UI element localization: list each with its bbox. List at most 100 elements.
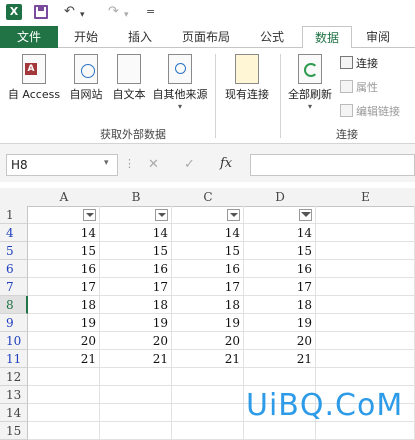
table-cell[interactable]: 19 [28,314,100,332]
filter-dropdown-icon[interactable] [227,209,240,221]
table-cell[interactable] [316,260,415,278]
column-header-e[interactable]: E [316,188,415,207]
table-cell[interactable]: 17 [100,278,172,296]
tab-formulas[interactable]: 公式 [250,26,294,48]
table-cell[interactable]: 14 [28,224,100,242]
table-cell[interactable] [316,242,415,260]
table-cell[interactable]: 20 [172,332,244,350]
row-header[interactable]: 11 [0,350,28,368]
table-cell[interactable] [172,404,244,422]
row-header[interactable]: 15 [0,422,28,440]
table-cell[interactable]: 21 [100,350,172,368]
table-cell[interactable] [28,206,100,224]
tab-insert[interactable]: 插入 [118,26,162,48]
table-cell[interactable]: 21 [244,350,316,368]
edit-links-item[interactable]: 编辑链接 [340,104,400,119]
table-cell[interactable]: 21 [172,350,244,368]
table-cell[interactable] [244,206,316,224]
from-web-button[interactable]: 自网站 [64,54,108,102]
row-header[interactable]: 1 [0,206,28,224]
undo-icon[interactable]: ↶ [64,4,75,20]
table-cell[interactable]: 18 [244,296,316,314]
undo-dropdown-icon[interactable]: ▾ [80,7,85,23]
table-cell[interactable]: 16 [28,260,100,278]
from-access-button[interactable]: A 自 Access [6,54,62,102]
redo-icon[interactable]: ↷ [108,4,119,20]
table-cell[interactable]: 14 [244,224,316,242]
enter-icon[interactable]: ✓ [184,157,195,172]
table-cell[interactable]: 19 [244,314,316,332]
table-cell[interactable]: 15 [244,242,316,260]
column-header-b[interactable]: B [100,188,173,207]
tab-review[interactable]: 审阅 [356,26,400,48]
row-header[interactable]: 10 [0,332,28,350]
table-cell[interactable] [316,368,415,386]
table-cell[interactable] [172,368,244,386]
table-cell[interactable] [28,386,100,404]
table-cell[interactable]: 20 [244,332,316,350]
row-header[interactable]: 9 [0,314,28,332]
row-header[interactable]: 12 [0,368,28,386]
existing-connections-button[interactable]: 现有连接 [220,54,274,102]
table-cell[interactable] [172,386,244,404]
row-header[interactable]: 6 [0,260,28,278]
filter-dropdown-icon[interactable] [155,209,168,221]
row-header[interactable]: 14 [0,404,28,422]
table-cell[interactable] [100,206,172,224]
from-other-sources-button[interactable]: 自其他来源 ▾ [150,54,210,111]
table-cell[interactable]: 15 [172,242,244,260]
table-cell[interactable]: 16 [100,260,172,278]
tab-page-layout[interactable]: 页面布局 [172,26,240,48]
table-cell[interactable] [172,422,244,440]
table-cell[interactable]: 17 [172,278,244,296]
table-cell[interactable]: 16 [172,260,244,278]
table-cell[interactable]: 18 [100,296,172,314]
tab-home[interactable]: 开始 [64,26,108,48]
table-cell[interactable] [316,332,415,350]
table-cell[interactable] [316,296,415,314]
table-cell[interactable] [100,368,172,386]
table-cell[interactable]: 17 [244,278,316,296]
filter-dropdown-icon[interactable] [83,209,96,221]
table-cell[interactable]: 18 [172,296,244,314]
refresh-all-button[interactable]: 全部刷新 ▾ [284,54,336,111]
table-cell[interactable] [244,368,316,386]
table-cell[interactable] [100,422,172,440]
table-cell[interactable] [316,206,415,224]
row-header[interactable]: 7 [0,278,28,296]
row-header[interactable]: 8 [0,296,28,314]
customize-quick-access-icon[interactable]: = [146,4,155,20]
table-cell[interactable]: 18 [28,296,100,314]
table-cell[interactable] [316,224,415,242]
table-cell[interactable] [316,278,415,296]
column-header-a[interactable]: A [28,188,101,207]
table-cell[interactable]: 16 [244,260,316,278]
table-cell[interactable]: 15 [100,242,172,260]
connections-item[interactable]: 连接 [340,56,378,71]
table-cell[interactable] [172,206,244,224]
redo-dropdown-icon[interactable]: ▾ [124,7,129,23]
name-box[interactable]: H8 [6,154,118,176]
formula-input[interactable] [250,154,415,176]
from-text-button[interactable]: 自文本 [108,54,150,102]
table-cell[interactable]: 19 [172,314,244,332]
select-all-corner[interactable] [0,188,29,207]
table-cell[interactable]: 20 [100,332,172,350]
table-cell[interactable]: 21 [28,350,100,368]
table-cell[interactable]: 14 [100,224,172,242]
table-cell[interactable]: 17 [28,278,100,296]
table-cell[interactable] [28,368,100,386]
table-cell[interactable] [100,386,172,404]
table-cell[interactable] [28,422,100,440]
cancel-icon[interactable]: ✕ [148,157,159,172]
table-cell[interactable]: 20 [28,332,100,350]
table-cell[interactable]: 19 [100,314,172,332]
table-cell[interactable] [316,422,415,440]
table-cell[interactable] [244,422,316,440]
excel-app-icon[interactable]: X [6,4,22,20]
name-box-dropdown-icon[interactable]: ▾ [104,158,109,168]
table-cell[interactable] [28,404,100,422]
row-header[interactable]: 5 [0,242,28,260]
row-header[interactable]: 4 [0,224,28,242]
row-header[interactable]: 13 [0,386,28,404]
